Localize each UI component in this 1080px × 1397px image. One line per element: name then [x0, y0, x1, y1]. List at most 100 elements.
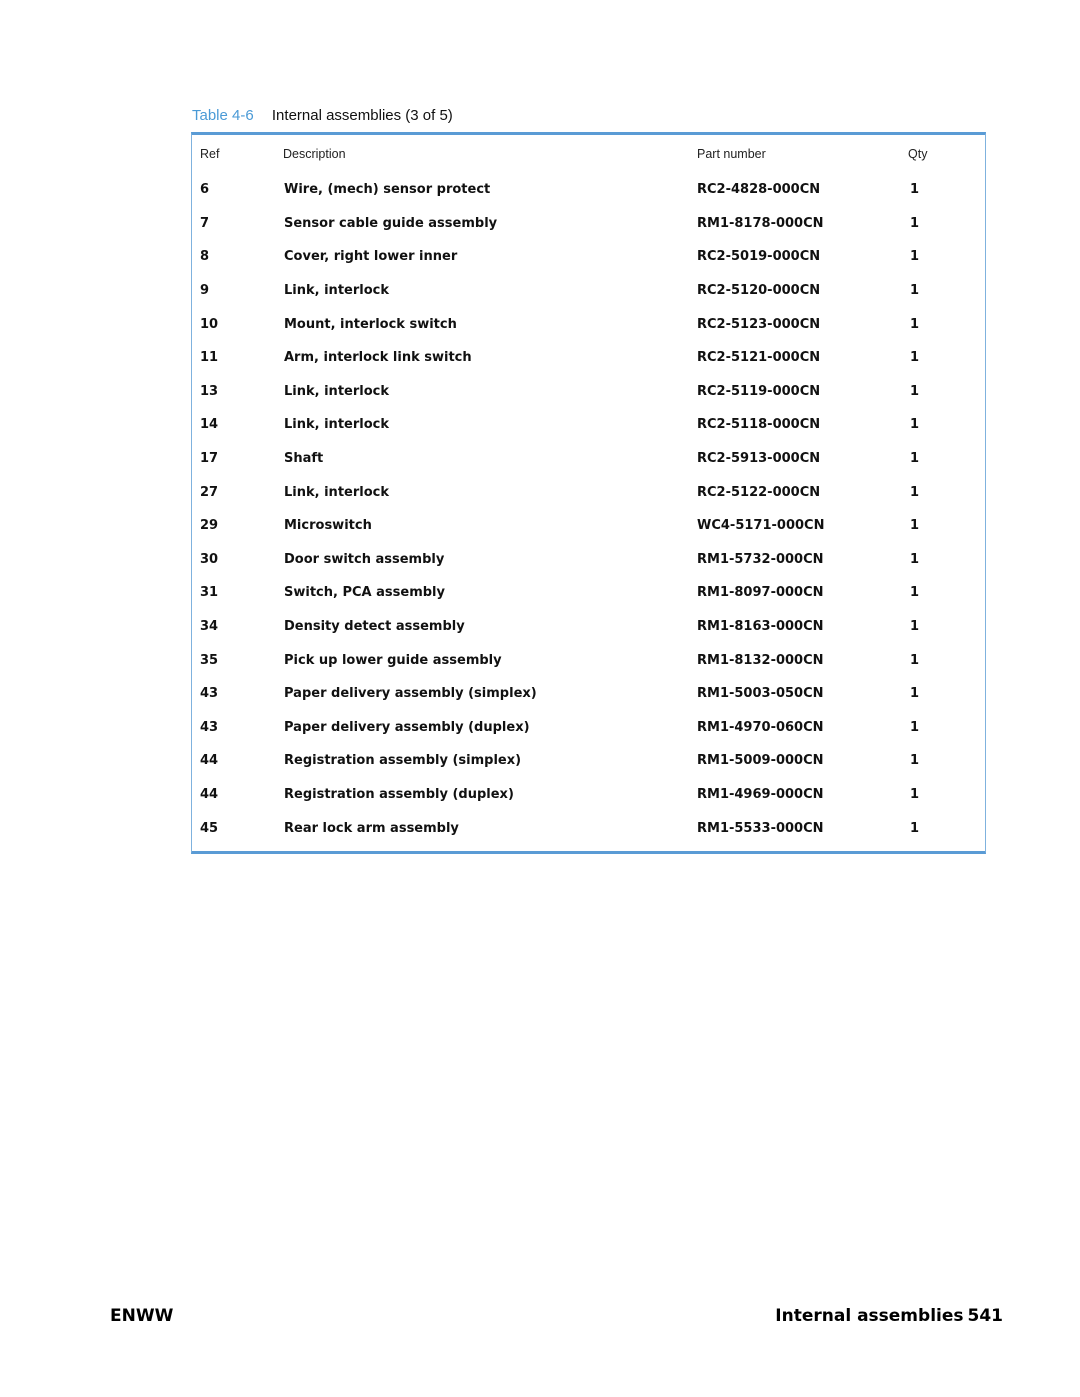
cell-qty: 1	[910, 350, 920, 366]
table-row: 27 Link, interlock RC2-5122-000CN 1	[192, 475, 985, 509]
cell-part-number: RM1-4969-000CN	[697, 786, 824, 802]
cell-qty: 1	[910, 719, 920, 735]
cell-ref: 11	[200, 350, 219, 366]
cell-part-number: RC2-5122-000CN	[697, 484, 821, 500]
cell-part-number: RM1-5009-000CN	[697, 753, 824, 769]
table-row: 8 Cover, right lower inner RC2-5019-000CN 1	[192, 240, 985, 274]
table-row: 10 Mount, interlock switch RC2-5123-000CN 1	[192, 307, 985, 341]
cell-qty: 1	[910, 316, 920, 332]
cell-part-number: RC2-4828-000CN	[697, 182, 821, 198]
cell-ref: 30	[200, 551, 219, 567]
cell-qty: 1	[910, 585, 920, 601]
cell-description: Microswitch	[284, 518, 372, 534]
cell-description: Rear lock arm assembly	[284, 820, 459, 836]
cell-qty: 1	[910, 786, 920, 802]
cell-ref: 7	[200, 215, 210, 231]
parts-table: Ref Description Part number Qty 6 Wire, (…	[191, 132, 986, 854]
cell-qty: 1	[910, 484, 920, 500]
cell-description: Link, interlock	[284, 283, 389, 299]
cell-part-number: RM1-4970-060CN	[697, 719, 824, 735]
cell-part-number: RM1-5533-000CN	[697, 820, 824, 836]
table-row: 31 Switch, PCA assembly RM1-8097-000CN 1	[192, 576, 985, 610]
cell-part-number: RC2-5120-000CN	[697, 283, 821, 299]
table-caption: Table 4-6 Internal assemblies (3 of 5)	[192, 107, 453, 124]
cell-ref: 6	[200, 182, 210, 198]
cell-qty: 1	[910, 182, 920, 198]
page-number: 541	[967, 1306, 1004, 1326]
cell-description: Link, interlock	[284, 383, 389, 399]
table-row: 17 Shaft RC2-5913-000CN 1	[192, 442, 985, 476]
cell-part-number: RM1-8163-000CN	[697, 619, 824, 635]
table-row: 6 Wire, (mech) sensor protect RC2-4828-000…	[192, 173, 985, 207]
header-description: Description	[283, 147, 346, 161]
table-row: 13 Link, interlock RC2-5119-000CN 1	[192, 375, 985, 409]
cell-description: Registration assembly (simplex)	[284, 753, 522, 769]
table-row: 43 Paper delivery assembly (duplex) RM1-49…	[192, 711, 985, 745]
cell-qty: 1	[910, 686, 920, 702]
cell-qty: 1	[910, 619, 920, 635]
table-row: 44 Registration assembly (simplex) RM1-500…	[192, 744, 985, 778]
cell-part-number: RM1-8132-000CN	[697, 652, 824, 668]
cell-part-number: RM1-8178-000CN	[697, 215, 824, 231]
cell-ref: 34	[200, 619, 219, 635]
table-title: Internal assemblies (3 of 5)	[271, 107, 453, 124]
cell-qty: 1	[910, 383, 920, 399]
cell-qty: 1	[910, 215, 920, 231]
cell-description: Switch, PCA assembly	[284, 585, 445, 601]
cell-part-number: RC2-5019-000CN	[697, 249, 821, 265]
cell-qty: 1	[910, 518, 920, 534]
header-qty: Qty	[908, 147, 928, 161]
table-row: 11 Arm, interlock link switch RC2-5121-000…	[192, 341, 985, 375]
cell-ref: 35	[200, 652, 219, 668]
footer-locale: ENWW	[110, 1306, 174, 1326]
table-row: 45 Rear lock arm assembly RM1-5533-000CN 1	[192, 811, 985, 845]
cell-description: Link, interlock	[284, 484, 389, 500]
cell-part-number: RC2-5913-000CN	[697, 451, 821, 467]
cell-ref: 43	[200, 686, 219, 702]
cell-ref: 8	[200, 249, 210, 265]
cell-description: Arm, interlock link switch	[284, 350, 472, 366]
cell-description: Cover, right lower inner	[284, 249, 458, 265]
cell-description: Paper delivery assembly (simplex)	[284, 686, 537, 702]
cell-part-number: RM1-5732-000CN	[697, 551, 824, 567]
cell-description: Shaft	[284, 451, 324, 467]
cell-ref: 29	[200, 518, 219, 534]
cell-description: Door switch assembly	[284, 551, 445, 567]
cell-ref: 43	[200, 719, 219, 735]
table-row: 14 Link, interlock RC2-5118-000CN 1	[192, 408, 985, 442]
table-row: 7 Sensor cable guide assembly RM1-8178-000…	[192, 207, 985, 241]
table-row: 44 Registration assembly (duplex) RM1-4969…	[192, 778, 985, 812]
table-row: 43 Paper delivery assembly (simplex) RM1-5…	[192, 677, 985, 711]
cell-part-number: WC4-5171-000CN	[697, 518, 825, 534]
table-body: 6 Wire, (mech) sensor protect RC2-4828-000…	[192, 173, 985, 851]
cell-part-number: RC2-5123-000CN	[697, 316, 821, 332]
cell-ref: 27	[200, 484, 219, 500]
table-row: 34 Density detect assembly RM1-8163-000CN 1	[192, 610, 985, 644]
cell-part-number: RC2-5121-000CN	[697, 350, 821, 366]
cell-qty: 1	[910, 652, 920, 668]
table-row: 29 Microswitch WC4-5171-000CN 1	[192, 509, 985, 543]
cell-ref: 17	[200, 451, 219, 467]
cell-qty: 1	[910, 753, 920, 769]
cell-part-number: RM1-5003-050CN	[697, 686, 824, 702]
cell-qty: 1	[910, 820, 920, 836]
cell-ref: 44	[200, 753, 219, 769]
cell-ref: 9	[200, 283, 210, 299]
table-row: 9 Link, interlock RC2-5120-000CN 1	[192, 274, 985, 308]
header-ref: Ref	[200, 147, 220, 161]
footer-section-title: Internal assemblies	[775, 1306, 964, 1326]
footer-page-info: Internal assemblies 541	[775, 1306, 1003, 1326]
cell-description: Sensor cable guide assembly	[284, 215, 498, 231]
cell-qty: 1	[910, 451, 920, 467]
cell-ref: 10	[200, 316, 219, 332]
cell-ref: 31	[200, 585, 219, 601]
cell-description: Mount, interlock switch	[284, 316, 457, 332]
cell-ref: 45	[200, 820, 219, 836]
table-number: Table 4-6	[192, 107, 254, 124]
cell-qty: 1	[910, 417, 920, 433]
cell-ref: 44	[200, 786, 219, 802]
header-part-number: Part number	[697, 147, 766, 161]
table-row: 30 Door switch assembly RM1-5732-000CN 1	[192, 543, 985, 577]
cell-part-number: RM1-8097-000CN	[697, 585, 824, 601]
table-row: 35 Pick up lower guide assembly RM1-8132-0…	[192, 643, 985, 677]
